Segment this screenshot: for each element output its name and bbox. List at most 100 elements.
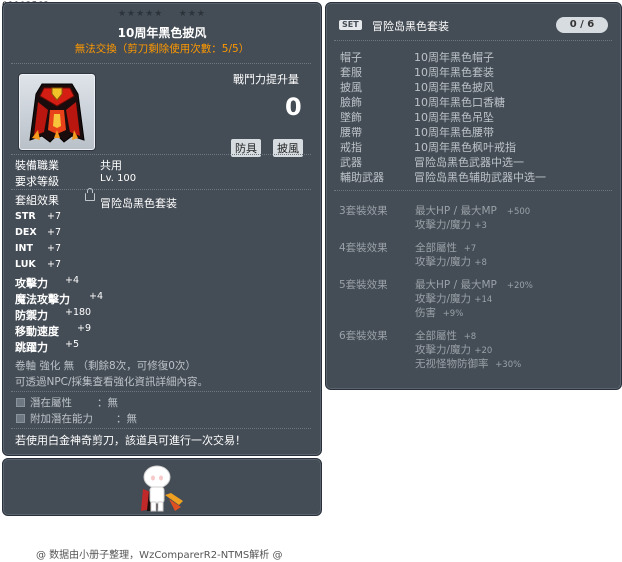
stat-attack: 攻擊力 +4 bbox=[15, 275, 79, 291]
job-label: 裝備職業 bbox=[15, 159, 59, 172]
job-value: 共用 bbox=[100, 159, 122, 172]
set-effect-line: 最大HP / 最大MP +500 bbox=[415, 203, 530, 218]
stat-value: +9 bbox=[77, 323, 92, 334]
effect-number: +3 bbox=[474, 221, 487, 231]
set-piece-name: 10周年黑色腰带 bbox=[414, 126, 494, 139]
divider bbox=[11, 63, 311, 64]
set-effect-title: 3套裝效果 bbox=[339, 205, 388, 217]
stat-name: 魔法攻擊力 bbox=[15, 293, 70, 306]
set-piece-part: 腰帶 bbox=[340, 126, 362, 139]
divider bbox=[11, 391, 311, 392]
effect-text: 攻擊力/魔力 bbox=[415, 219, 472, 231]
divider bbox=[334, 190, 612, 191]
lock-icon bbox=[85, 188, 95, 201]
set-piece-part: 披風 bbox=[340, 81, 362, 94]
set-effect-title: 5套裝效果 bbox=[339, 279, 388, 291]
stat-int: INT +7 bbox=[15, 243, 61, 254]
set-piece-name: 10周年黑色口香糖 bbox=[414, 96, 505, 109]
stat-speed: 移動速度 +9 bbox=[15, 323, 91, 339]
stat-dex: DEX +7 bbox=[15, 227, 61, 238]
set-effect-line: 攻擊力/魔力 +3 bbox=[415, 217, 487, 232]
set-effect-title: 4套裝效果 bbox=[339, 242, 388, 254]
set-piece-name: 冒险岛黑色武器中选一 bbox=[414, 156, 524, 169]
stat-value: +5 bbox=[65, 339, 80, 350]
stat-value: +4 bbox=[65, 275, 80, 286]
set-effect-value: 冒险岛黑色套装 bbox=[100, 197, 177, 210]
stars-group-b: ★★★ bbox=[178, 9, 206, 19]
avatar-preview-panel bbox=[2, 458, 322, 516]
avatar-icon bbox=[141, 465, 183, 512]
power-value: 0 bbox=[285, 93, 302, 121]
stat-magic-attack: 魔法攻擊力 +4 bbox=[15, 291, 103, 307]
set-piece-part: 武器 bbox=[340, 156, 362, 169]
scissors-note: 若使用白金神奇剪刀，該道具可進行一次交易！ bbox=[15, 434, 246, 447]
effect-number: +500 bbox=[506, 207, 531, 217]
stat-value: +180 bbox=[65, 307, 92, 318]
stat-name: 攻擊力 bbox=[15, 277, 48, 290]
effect-number: +20% bbox=[506, 281, 533, 291]
stat-value: +7 bbox=[47, 227, 62, 238]
set-effect-line: 全部屬性 +7 bbox=[415, 240, 476, 255]
power-label: 戰鬥力提升量 bbox=[233, 73, 299, 86]
set-effect-line: 全部屬性 +8 bbox=[415, 328, 476, 343]
effect-number: +20 bbox=[474, 346, 493, 356]
cape-icon bbox=[29, 83, 85, 143]
enhance-line: 卷軸 強化 無 （剩餘8次，可修復0次） bbox=[15, 360, 196, 372]
set-effect-label: 套組效果 bbox=[15, 194, 59, 207]
set-effect-line: 攻擊力/魔力 +8 bbox=[415, 254, 487, 269]
stars-group-a: ★★★★★ bbox=[117, 9, 164, 19]
set-piece-part: 輔助武器 bbox=[340, 171, 384, 184]
effect-number: +8 bbox=[474, 258, 487, 268]
effect-text: 攻擊力/魔力 bbox=[415, 344, 472, 356]
set-name: 冒险岛黑色套装 bbox=[372, 20, 449, 33]
set-piece-part: 臉飾 bbox=[340, 96, 362, 109]
set-effect-line: 最大HP / 最大MP +20% bbox=[415, 277, 533, 292]
set-piece-part: 墜飾 bbox=[340, 111, 362, 124]
effect-number: +7 bbox=[463, 244, 477, 254]
effect-text: 最大HP / 最大MP bbox=[415, 205, 497, 217]
set-count-badge: 0 / 6 bbox=[556, 17, 608, 33]
effect-text: 无视怪物防御率 bbox=[415, 358, 489, 370]
divider bbox=[334, 40, 612, 41]
stat-name: DEX bbox=[15, 227, 37, 238]
set-effect-line: 攻擊力/魔力 +20 bbox=[415, 342, 492, 357]
add-potential-value: ：無 bbox=[116, 413, 137, 425]
stat-name: 移動速度 bbox=[15, 325, 59, 338]
effect-text: 攻擊力/魔力 bbox=[415, 293, 472, 305]
stat-str: STR +7 bbox=[15, 211, 61, 222]
stat-value: +7 bbox=[47, 243, 62, 254]
stat-jump: 跳躍力 +5 bbox=[15, 339, 79, 355]
set-effect-line: 伤害 +9% bbox=[415, 305, 463, 320]
set-piece-part: 戒指 bbox=[340, 141, 362, 154]
divider bbox=[11, 428, 311, 429]
stat-name: LUK bbox=[15, 259, 36, 270]
star-rating: ★★★★★ ★★★ bbox=[3, 9, 321, 19]
set-piece-name: 10周年黑色套装 bbox=[414, 66, 494, 79]
item-tooltip-panel: ★★★★★ ★★★ 10周年黑色披风 無法交換（剪刀剩除使用次數：5/5） 戰鬥… bbox=[2, 2, 322, 456]
npc-info-line: 可透過NPC/採集查看強化資訊詳細內容。 bbox=[15, 376, 209, 388]
item-icon-frame bbox=[18, 73, 96, 151]
effect-text: 全部屬性 bbox=[415, 242, 457, 254]
effect-number: +9% bbox=[442, 309, 464, 319]
trade-note: 無法交換（剪刀剩除使用次數：5/5） bbox=[74, 43, 250, 55]
set-effect-title: 6套裝效果 bbox=[339, 330, 388, 342]
footer-credit: @ 数据由小册子整理，WzComparerR2-NTMS解析 @ bbox=[36, 550, 283, 561]
stat-defense: 防禦力 +180 bbox=[15, 307, 91, 323]
stat-name: STR bbox=[15, 211, 36, 222]
divider bbox=[11, 154, 311, 155]
effect-number: +8 bbox=[463, 332, 477, 342]
stat-name: INT bbox=[15, 243, 33, 254]
effect-number: +30% bbox=[495, 360, 522, 370]
set-piece-part: 套服 bbox=[340, 66, 362, 79]
set-piece-name: 10周年黑色帽子 bbox=[414, 51, 494, 64]
set-info-panel: SET 冒险岛黑色套装 0 / 6 帽子 10周年黑色帽子 套服 10周年黑色套… bbox=[325, 2, 622, 390]
stat-name: 防禦力 bbox=[15, 309, 48, 322]
potential-value: ：無 bbox=[97, 397, 118, 409]
set-effect-line: 无视怪物防御率 +30% bbox=[415, 356, 521, 371]
set-badge: SET bbox=[339, 20, 362, 30]
checkbox-icon bbox=[16, 398, 25, 407]
add-potential-label: 附加潛在能力 bbox=[30, 413, 93, 425]
stat-value: +7 bbox=[47, 259, 62, 270]
item-title: 10周年黑色披风 bbox=[117, 26, 207, 40]
stat-luk: LUK +7 bbox=[15, 259, 61, 270]
